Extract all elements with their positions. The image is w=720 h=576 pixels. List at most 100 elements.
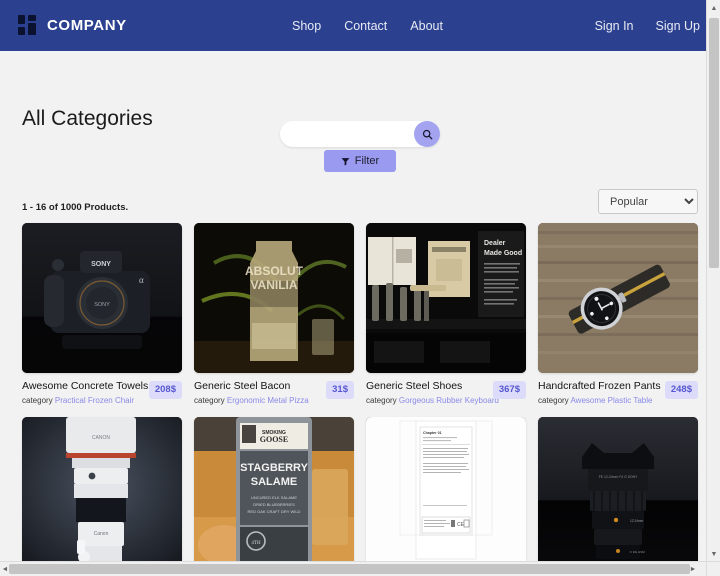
- brand-logo[interactable]: COMPANY: [18, 15, 127, 36]
- product-image[interactable]: Dealer Made Good: [366, 223, 526, 373]
- category-label: category: [366, 396, 397, 405]
- sign-up-link[interactable]: Sign Up: [656, 19, 700, 33]
- category-label: category: [194, 396, 225, 405]
- product-image[interactable]: SMOKING GOOSE STAGBERRY SALAME UNCURED E…: [194, 417, 354, 567]
- page-content: All Categories Filter 1 - 16 of 1000 Pro…: [0, 51, 720, 576]
- product-card[interactable]: CANON Canon: [22, 417, 182, 576]
- brand-name: COMPANY: [47, 17, 127, 34]
- product-price: 31$: [326, 381, 354, 399]
- sign-in-link[interactable]: Sign In: [595, 19, 634, 33]
- svg-text:SONY: SONY: [91, 261, 111, 268]
- product-category: category Practical Frozen Chair: [22, 396, 144, 405]
- horizontal-scrollbar[interactable]: ◄ ►: [0, 561, 706, 576]
- nav-links: Shop Contact About: [292, 0, 443, 51]
- page-title: All Categories: [22, 107, 153, 130]
- product-image[interactable]: CANON Canon: [22, 417, 182, 567]
- white-instruction-document-image: Chapter 01 CE: [366, 417, 526, 567]
- product-card[interactable]: Dealer Made Good Generic Steel Shoes cat…: [366, 223, 526, 405]
- product-title: Handcrafted Frozen Pants: [538, 380, 661, 392]
- svg-text:12 24mm: 12 24mm: [630, 519, 644, 523]
- product-price: 367$: [492, 381, 526, 399]
- svg-text:Chapter 01: Chapter 01: [423, 431, 442, 435]
- product-image[interactable]: SONY SONY α: [22, 223, 182, 373]
- svg-text:SONY: SONY: [94, 302, 110, 308]
- svg-text:RED OAK CRAFT DRY WILD: RED OAK CRAFT DRY WILD: [248, 509, 301, 514]
- product-title: Generic Steel Bacon: [194, 380, 291, 392]
- product-category: category Ergonomic Metal Pizza: [194, 396, 309, 405]
- dive-watch-nato-strap-burlap-image: [538, 223, 698, 373]
- product-grid: SONY SONY α Awesome Concrete Towels cate…: [22, 223, 698, 576]
- search-button[interactable]: [414, 121, 440, 147]
- product-meta: Generic Steel Bacon category Ergonomic M…: [194, 373, 354, 405]
- svg-text:4TH: 4TH: [251, 541, 261, 546]
- svg-text:Dealer: Dealer: [484, 240, 506, 247]
- product-category: category Gorgeous Rubber Keyboard: [366, 396, 499, 405]
- horizontal-scrollbar-thumb[interactable]: [9, 564, 690, 574]
- scroll-down-arrow-icon[interactable]: ▼: [707, 547, 720, 561]
- product-card[interactable]: Handcrafted Frozen Pants category Awesom…: [538, 223, 698, 405]
- top-navbar: COMPANY Shop Contact About Sign In Sign …: [0, 0, 720, 51]
- browser-viewport: COMPANY Shop Contact About Sign In Sign …: [0, 0, 720, 576]
- nav-link-about[interactable]: About: [410, 19, 443, 33]
- product-price: 248$: [664, 381, 698, 399]
- filter-button[interactable]: Filter: [324, 150, 396, 172]
- category-name[interactable]: Gorgeous Rubber Keyboard: [399, 396, 499, 405]
- nav-link-shop[interactable]: Shop: [292, 19, 321, 33]
- vertical-scrollbar-thumb[interactable]: [709, 18, 719, 268]
- product-image[interactable]: ABSOLUT VANILIA: [194, 223, 354, 373]
- white-canon-telephoto-lens-image: CANON Canon: [22, 417, 182, 567]
- product-card[interactable]: SONY SONY α Awesome Concrete Towels cate…: [22, 223, 182, 405]
- category-label: category: [538, 396, 569, 405]
- search-icon: [422, 129, 432, 139]
- product-image[interactable]: Chapter 01 CE: [366, 417, 526, 567]
- sony-camera-body-dark-image: SONY SONY α: [22, 223, 182, 373]
- nav-link-contact[interactable]: Contact: [344, 19, 387, 33]
- product-meta: Awesome Concrete Towels category Practic…: [22, 373, 182, 405]
- results-count: 1 - 16 of 1000 Products.: [22, 202, 129, 213]
- product-title: Awesome Concrete Towels: [22, 380, 149, 392]
- product-card[interactable]: SMOKING GOOSE STAGBERRY SALAME UNCURED E…: [194, 417, 354, 576]
- product-meta: Generic Steel Shoes category Gorgeous Ru…: [366, 373, 526, 405]
- svg-text:UNCURED ELK SALAME: UNCURED ELK SALAME: [251, 495, 297, 500]
- black-wide-angle-lens-image: FE 12-24mm F4 G SONY 12 24mm Σ DG HSM: [538, 417, 698, 567]
- stagberry-salame-package-image: SMOKING GOOSE STAGBERRY SALAME UNCURED E…: [194, 417, 354, 567]
- category-name[interactable]: Ergonomic Metal Pizza: [227, 396, 309, 405]
- svg-text:ABSOLUT: ABSOLUT: [245, 264, 304, 278]
- product-card[interactable]: FE 12-24mm F4 G SONY 12 24mm Σ DG HSM: [538, 417, 698, 576]
- svg-text:FE 12-24mm F4 G SONY: FE 12-24mm F4 G SONY: [599, 475, 638, 479]
- svg-text:STAGBERRY: STAGBERRY: [240, 462, 309, 474]
- vanilla-liquor-bottle-plants-image: ABSOLUT VANILIA: [194, 223, 354, 373]
- scroll-up-arrow-icon[interactable]: ▲: [707, 1, 720, 15]
- svg-text:CE: CE: [457, 522, 465, 528]
- filter-label: Filter: [354, 155, 380, 167]
- scroll-right-arrow-icon[interactable]: ►: [688, 562, 698, 576]
- product-card[interactable]: Chapter 01 CE: [366, 417, 526, 576]
- svg-text:Made Good: Made Good: [484, 250, 522, 257]
- sort-select[interactable]: Popular Newest Price: Low to High Price:…: [598, 189, 698, 214]
- vertical-scrollbar[interactable]: ▲ ▼: [706, 0, 720, 576]
- product-card[interactable]: ABSOLUT VANILIA Generic Steel Bacon cate…: [194, 223, 354, 405]
- product-title: Generic Steel Shoes: [366, 380, 463, 392]
- category-label: category: [22, 396, 53, 405]
- product-image[interactable]: [538, 223, 698, 373]
- product-image[interactable]: FE 12-24mm F4 G SONY 12 24mm Σ DG HSM: [538, 417, 698, 567]
- svg-text:SALAME: SALAME: [251, 476, 297, 488]
- museum-exhibit-display-case-image: Dealer Made Good: [366, 223, 526, 373]
- funnel-icon: [341, 157, 350, 166]
- svg-text:α: α: [139, 275, 144, 285]
- product-meta: Handcrafted Frozen Pants category Awesom…: [538, 373, 698, 405]
- svg-text:Canon: Canon: [94, 531, 109, 537]
- svg-text:DRIED BLUEBERRIES: DRIED BLUEBERRIES: [253, 502, 295, 507]
- svg-text:Σ DG HSM: Σ DG HSM: [630, 550, 645, 554]
- product-price: 208$: [148, 381, 182, 399]
- grid-blocks-icon: [18, 15, 38, 36]
- nav-auth-links: Sign In Sign Up: [595, 0, 700, 51]
- category-name[interactable]: Awesome Plastic Table: [570, 396, 652, 405]
- svg-text:VANILIA: VANILIA: [250, 278, 297, 292]
- page-header: All Categories Filter 1 - 16 of 1000 Pro…: [0, 51, 720, 214]
- category-name[interactable]: Practical Frozen Chair: [55, 396, 134, 405]
- svg-text:CANON: CANON: [92, 435, 110, 441]
- scrollbar-corner: [706, 561, 720, 576]
- search-bar: [280, 121, 440, 147]
- svg-text:GOOSE: GOOSE: [260, 435, 288, 444]
